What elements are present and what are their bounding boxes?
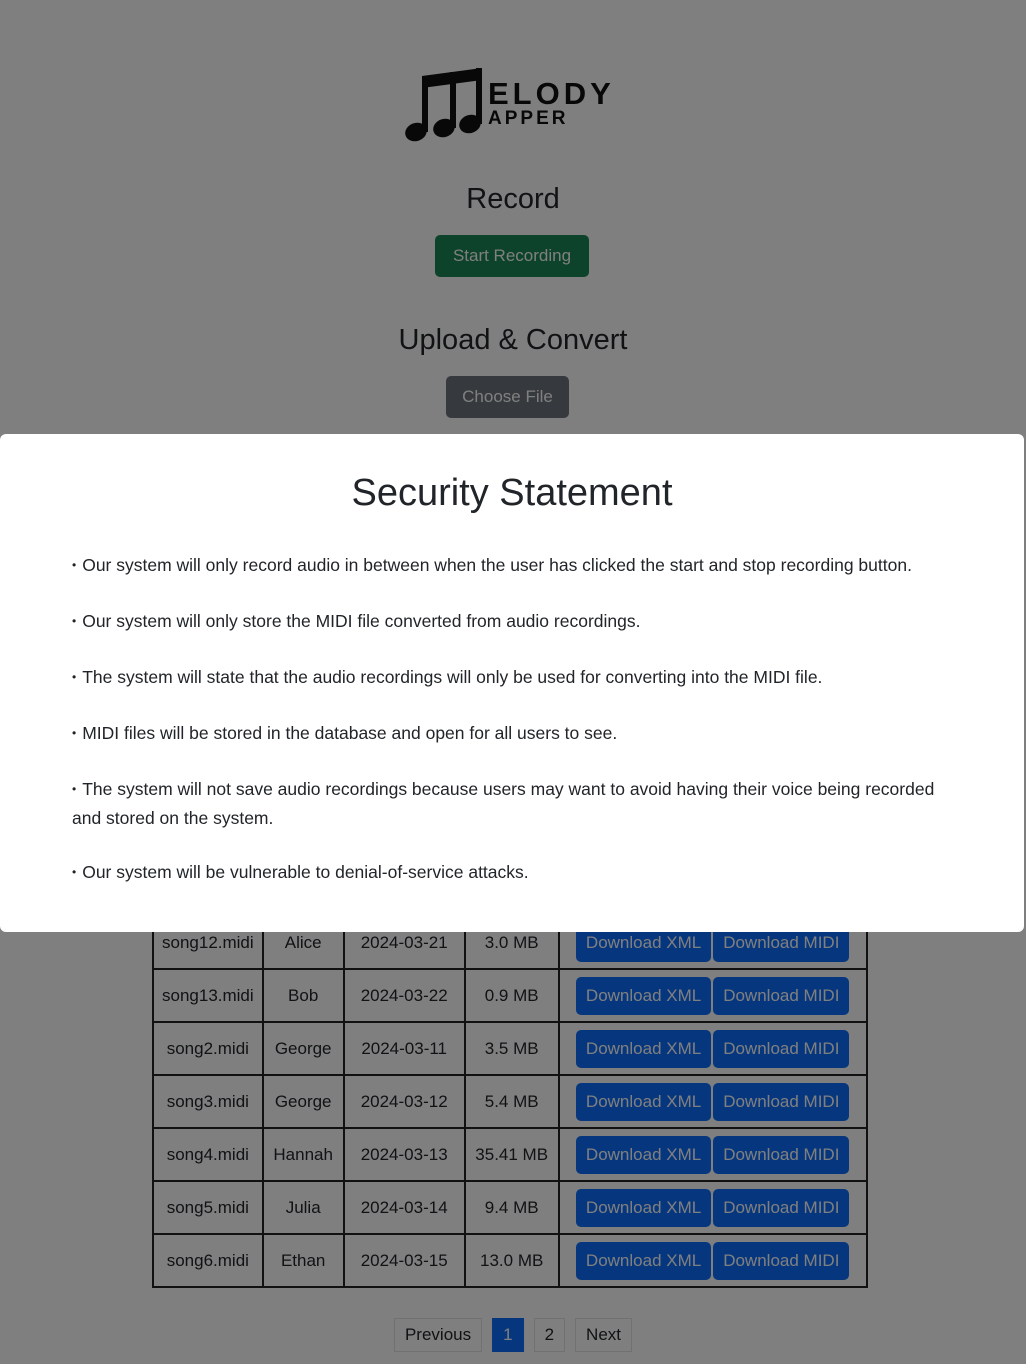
statement-item: Our system will be vulnerable to denial-… [72,859,962,888]
statement-item: Our system will only record audio in bet… [72,552,962,581]
modal-title: Security Statement [351,472,673,514]
security-statement-list: Our system will only record audio in bet… [72,552,962,915]
statement-item: MIDI files will be stored in the databas… [72,720,962,749]
statement-item: The system will state that the audio rec… [72,664,962,693]
statement-item: Our system will only store the MIDI file… [72,608,962,637]
statement-item: The system will not save audio recording… [72,776,962,832]
security-statement-modal: Security Statement Our system will only … [0,434,1024,932]
